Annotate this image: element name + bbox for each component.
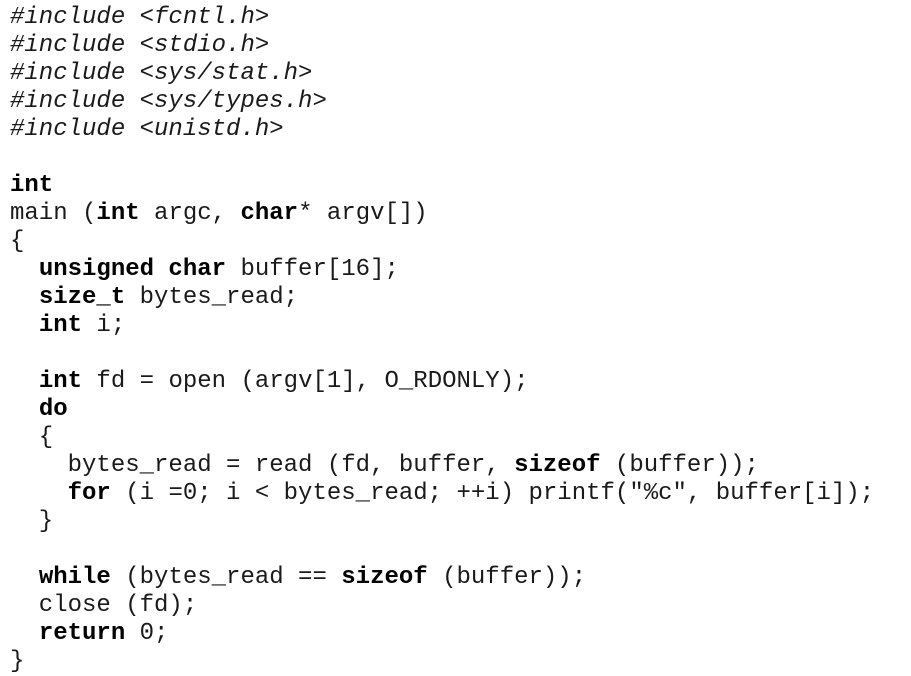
code-line: size_t bytes_read; — [10, 284, 874, 312]
code-line: { — [10, 228, 874, 256]
code-line: #include <stdio.h> — [10, 32, 874, 60]
code-text: bytes_read = read (fd, buffer, — [10, 452, 515, 479]
code-line: main (int argc, char* argv[]) — [10, 200, 874, 228]
code-keyword: int — [38, 312, 83, 339]
code-text: argc, — [139, 200, 241, 227]
code-keyword: int — [96, 200, 140, 227]
code-keyword: unsigned char — [38, 256, 227, 283]
code-line: while (bytes_read == sizeof (buffer)); — [10, 564, 874, 592]
code-preprocessor: #include <stdio.h> — [10, 32, 270, 59]
code-keyword: sizeof — [514, 452, 601, 479]
code-text: close (fd); — [10, 592, 198, 619]
code-line: do — [10, 396, 874, 424]
code-line: } — [10, 508, 874, 536]
code-line: #include <sys/stat.h> — [10, 60, 874, 88]
code-keyword: size_t — [38, 284, 126, 311]
code-text: } — [10, 508, 54, 535]
code-text: (buffer)); — [600, 452, 759, 479]
code-line: #include <fcntl.h> — [10, 4, 874, 32]
code-keyword: sizeof — [341, 564, 428, 591]
code-line: int i; — [10, 312, 874, 340]
code-preprocessor: #include <sys/types.h> — [10, 88, 327, 115]
code-line: #include <unistd.h> — [10, 116, 874, 144]
code-keyword: int — [10, 172, 54, 199]
code-line: return 0; — [10, 620, 874, 648]
code-text: bytes_read; — [125, 284, 299, 311]
code-text: { — [10, 424, 54, 451]
code-line: close (fd); — [10, 592, 874, 620]
code-line: int — [10, 172, 874, 200]
code-keyword: return — [38, 620, 126, 647]
code-text: * argv[]) — [298, 200, 428, 227]
code-keyword: do — [38, 396, 68, 423]
code-text: buffer[16]; — [226, 256, 399, 283]
code-text: i; — [82, 312, 126, 339]
code-keyword: for — [67, 480, 111, 507]
code-preprocessor: #include <fcntl.h> — [10, 4, 270, 31]
code-text: fd = open (argv[1], O_RDONLY); — [82, 368, 529, 395]
code-keyword: int — [38, 368, 83, 395]
code-text: (i =0; i < bytes_read; ++i) printf("%c",… — [110, 480, 875, 507]
code-keyword: char — [240, 200, 299, 227]
code-text: } — [10, 648, 25, 675]
code-line: bytes_read = read (fd, buffer, sizeof (b… — [10, 452, 874, 480]
code-text: 0; — [125, 620, 169, 647]
code-keyword: while — [38, 564, 111, 591]
code-line: int fd = open (argv[1], O_RDONLY); — [10, 368, 874, 396]
code-line: unsigned char buffer[16]; — [10, 256, 874, 284]
code-line: for (i =0; i < bytes_read; ++i) printf("… — [10, 480, 875, 508]
code-text: { — [10, 228, 25, 255]
code-listing: #include <fcntl.h> #include <stdio.h> #inc… — [10, 4, 874, 676]
code-preprocessor: #include <sys/stat.h> — [10, 60, 313, 87]
code-line: #include <sys/types.h> — [10, 88, 874, 116]
code-line: { — [10, 424, 874, 452]
code-preprocessor: #include <unistd.h> — [10, 116, 284, 143]
code-text: (bytes_read == — [110, 564, 342, 591]
code-text: (buffer)); — [427, 564, 587, 591]
code-text: main ( — [10, 200, 97, 227]
